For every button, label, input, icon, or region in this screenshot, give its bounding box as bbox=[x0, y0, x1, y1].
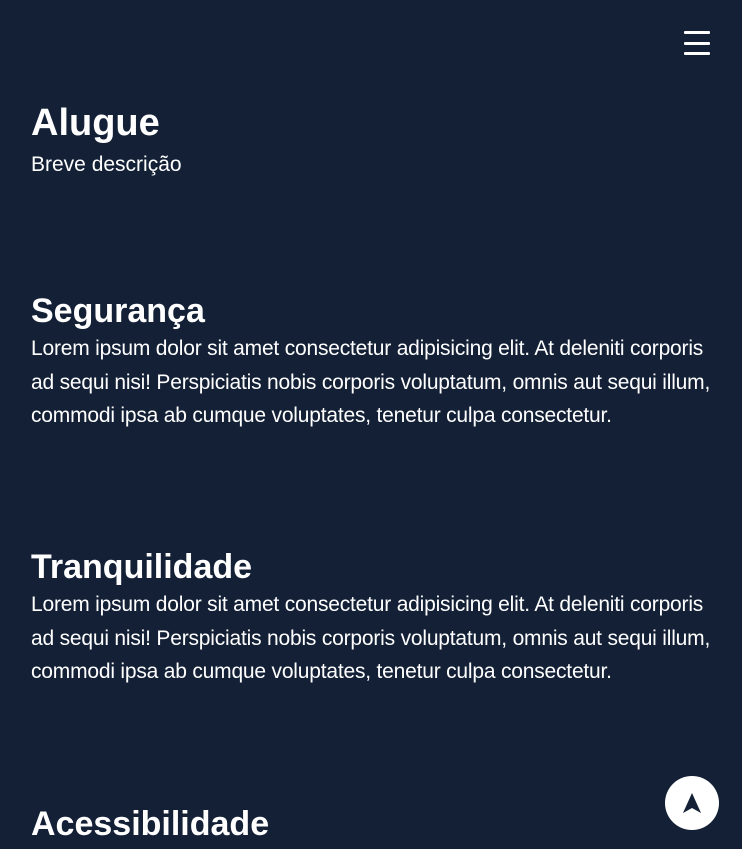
feature-seguranca: Segurança Lorem ipsum dolor sit amet con… bbox=[31, 290, 711, 433]
scroll-to-top-button[interactable] bbox=[665, 776, 719, 830]
feature-title: Tranquilidade bbox=[31, 548, 253, 586]
feature-acessibilidade: Acessibilidade bbox=[31, 803, 711, 845]
feature-tranquilidade: Tranquilidade Lorem ipsum dolor sit amet… bbox=[31, 546, 711, 689]
navigation-arrow-icon bbox=[683, 793, 701, 813]
hero-section: Alugue Breve descrição bbox=[31, 100, 711, 180]
feature-text: Lorem ipsum dolor sit amet consectetur a… bbox=[31, 337, 711, 427]
feature-text: Lorem ipsum dolor sit amet consectetur a… bbox=[31, 593, 711, 683]
page-subtitle: Breve descrição bbox=[31, 153, 182, 176]
menu-bar bbox=[684, 31, 710, 34]
hamburger-menu-icon[interactable] bbox=[684, 28, 712, 58]
menu-bar bbox=[684, 52, 710, 55]
page: Alugue Breve descrição Segurança Lorem i… bbox=[0, 0, 742, 849]
page-title: Alugue bbox=[31, 102, 160, 144]
feature-title: Acessibilidade bbox=[31, 805, 270, 843]
feature-title: Segurança bbox=[31, 292, 205, 330]
menu-bar bbox=[684, 41, 710, 45]
